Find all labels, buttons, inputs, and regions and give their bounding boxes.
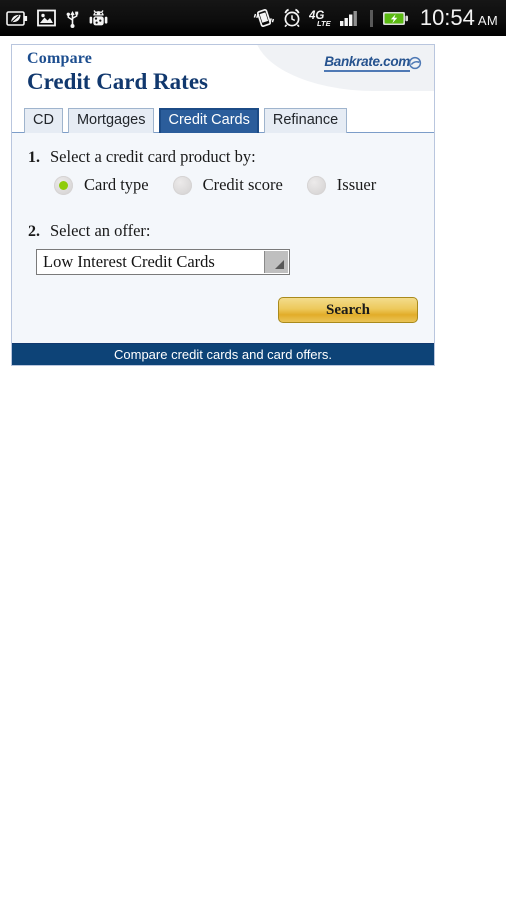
vibrate-icon: [253, 8, 275, 28]
step-1-number: 1.: [28, 149, 40, 166]
page-title: Credit Card Rates: [27, 69, 208, 94]
search-form: 1. Select a credit card product by: Card…: [12, 133, 434, 343]
card-footer-text: Compare credit cards and card offers.: [114, 347, 332, 362]
bankrate-logo-text: Bankrate.com: [324, 54, 410, 72]
radio-button-issuer[interactable]: [306, 175, 326, 195]
tab-mortgages[interactable]: Mortgages: [67, 108, 155, 133]
radio-label-credit-score: Credit score: [202, 175, 283, 194]
tab-cd[interactable]: CD: [24, 108, 63, 133]
step-2-number: 2.: [28, 223, 40, 240]
bankrate-logo-swirl-icon: [408, 56, 422, 75]
card-footer-bar: Compare credit cards and card offers.: [12, 343, 434, 365]
eco-battery-icon: [6, 10, 28, 27]
clock-ampm: AM: [477, 13, 498, 28]
chevron-down-icon: [275, 260, 284, 269]
search-button[interactable]: Search: [278, 297, 418, 323]
radio-button-credit-score[interactable]: [172, 175, 192, 195]
search-button-row: Search: [12, 297, 434, 323]
card-header: Compare Credit Card Rates Bankrate.com: [12, 45, 434, 103]
status-bar-right-icons: 4G LTE 10:54 AM: [253, 5, 498, 31]
offer-select[interactable]: Low Interest Credit Cards: [36, 249, 290, 275]
step-1-heading: 1. Select a credit card product by:: [12, 147, 434, 167]
step-2-heading: 2. Select an offer:: [12, 221, 434, 241]
radio-label-card-type: Card type: [84, 175, 149, 194]
step-1-label: Select a credit card product by:: [50, 147, 256, 166]
offer-select-value: Low Interest Credit Cards: [43, 252, 215, 271]
radio-button-card-type[interactable]: [54, 175, 73, 195]
alarm-clock-icon: [282, 8, 302, 28]
android-debug-icon: [89, 8, 108, 28]
bankrate-logo[interactable]: Bankrate.com: [324, 54, 422, 72]
header-eyebrow: Compare: [27, 50, 93, 67]
product-tabs[interactable]: CD Mortgages Credit Cards Refinance: [12, 103, 434, 133]
tab-refinance[interactable]: Refinance: [263, 108, 348, 133]
status-bar-clock: 10:54 AM: [420, 5, 498, 31]
offer-select-dropdown-button[interactable]: [264, 251, 288, 273]
bankrate-widget-card: Compare Credit Card Rates Bankrate.com C…: [11, 44, 435, 366]
radio-option-issuer[interactable]: Issuer: [306, 175, 377, 195]
radio-label-issuer: Issuer: [336, 175, 377, 194]
clock-time: 10:54: [419, 5, 475, 30]
product-type-radio-group[interactable]: Card type Credit score Issuer: [12, 175, 434, 195]
svg-text:LTE: LTE: [317, 19, 332, 28]
android-status-bar[interactable]: 4G LTE 10:54 AM: [0, 0, 506, 36]
image-icon: [37, 9, 56, 27]
usb-icon: [65, 9, 80, 28]
radio-option-credit-score[interactable]: Credit score: [172, 175, 283, 195]
network-4g-lte-icon: 4G LTE: [308, 8, 333, 28]
step-2-label: Select an offer:: [50, 221, 151, 240]
signal-bars-icon: [339, 9, 361, 27]
radio-option-card-type[interactable]: Card type: [54, 175, 149, 195]
tab-credit-cards[interactable]: Credit Cards: [159, 108, 259, 133]
battery-charging-icon: [382, 10, 409, 27]
status-bar-left-icons: [6, 8, 108, 28]
status-bar-divider: [369, 9, 373, 27]
